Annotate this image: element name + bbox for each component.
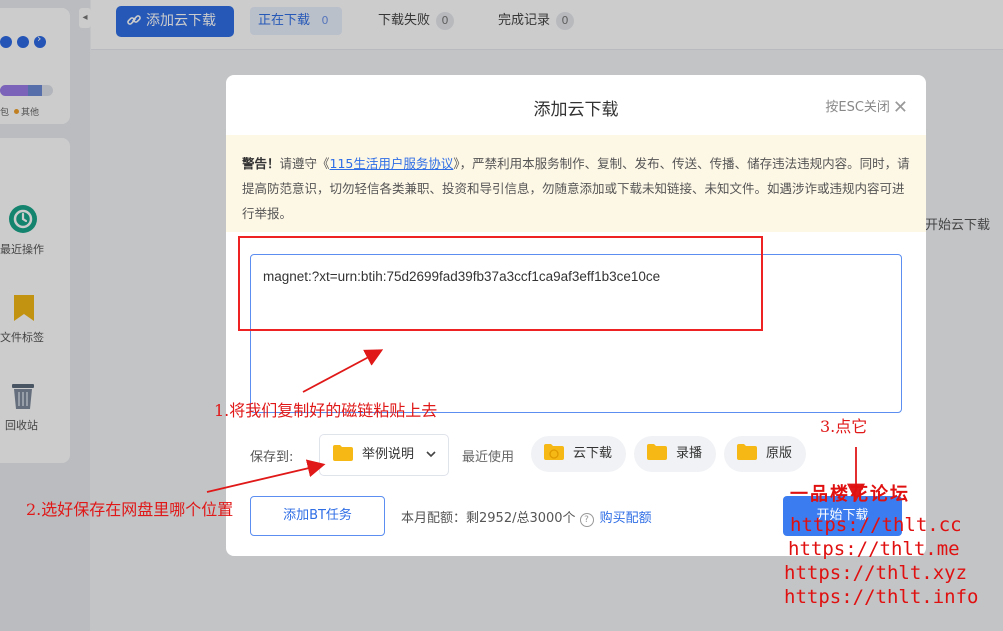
watermark-url: https://thlt.me bbox=[788, 538, 960, 560]
watermark-url: https://thlt.info bbox=[784, 586, 979, 608]
watermark-url: https://thlt.xyz bbox=[784, 562, 968, 584]
arrow-to-link-input bbox=[302, 349, 384, 393]
annotation-step-1: 1.将我们复制好的磁链粘贴上去 bbox=[214, 401, 438, 420]
watermark-forum-name: 一品楼花论坛 bbox=[790, 484, 910, 505]
arrow-to-folder-select bbox=[206, 459, 326, 493]
annotation-arrows bbox=[206, 349, 865, 502]
annotation-step-2: 2.选好保存在网盘里哪个位置 bbox=[26, 500, 234, 519]
watermark-url: https://thlt.cc bbox=[790, 514, 962, 536]
annotation-step-3: 3.点它 bbox=[820, 417, 868, 436]
